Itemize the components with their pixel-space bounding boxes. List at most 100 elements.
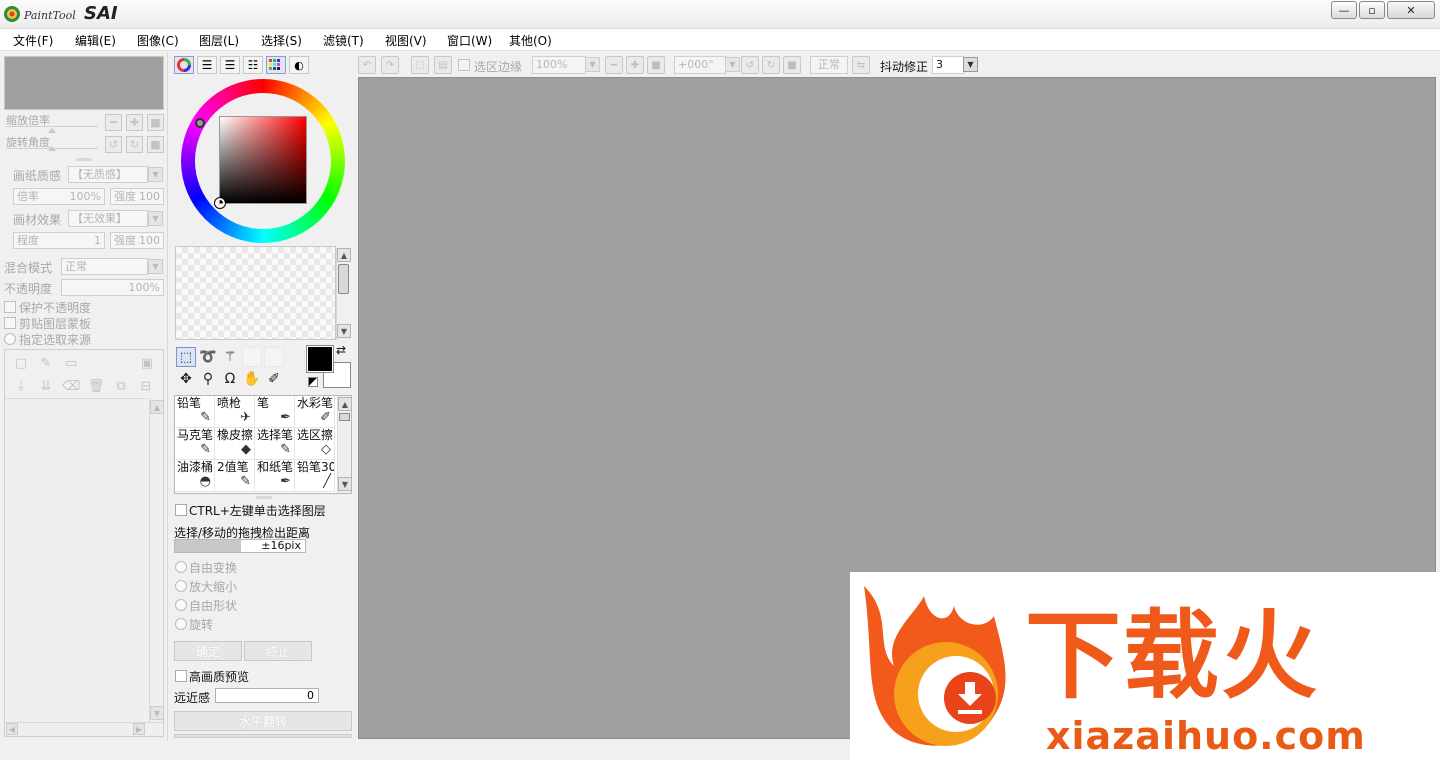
hue-picker[interactable] xyxy=(195,118,205,128)
scroll-down-arrow[interactable]: ▼ xyxy=(150,706,164,720)
clipping-group-checkbox[interactable] xyxy=(4,317,16,329)
scroll-up-arrow[interactable]: ▲ xyxy=(338,397,352,411)
menu-image[interactable]: 图像(C) xyxy=(137,32,179,49)
brush-airbrush[interactable]: 喷枪 ✈ xyxy=(215,396,255,428)
magic-wand-tool[interactable]: ⚚ xyxy=(220,347,240,367)
protect-opacity-checkbox[interactable] xyxy=(4,301,16,313)
menu-layer[interactable]: 图层(L) xyxy=(199,32,239,49)
close-button[interactable]: ✕ xyxy=(1387,1,1435,19)
brush-grid-scrollbar[interactable]: ▲ ▼ xyxy=(337,396,352,493)
nav-zoom-reset-button[interactable]: ■ xyxy=(147,114,164,131)
menu-file[interactable]: 文件(F) xyxy=(13,32,53,49)
nav-rotate-right-button[interactable]: ↻ xyxy=(126,136,143,153)
transfer-down-icon[interactable]: ⤓ xyxy=(13,378,29,394)
new-layer-icon[interactable]: ▢ xyxy=(13,355,29,371)
confirm-button[interactable]: 确定 xyxy=(174,641,242,661)
zoom-tool[interactable]: ⚲ xyxy=(198,369,218,389)
clear-layer-icon[interactable]: ⌫ xyxy=(62,378,80,394)
ctrl-select-checkbox[interactable] xyxy=(175,504,187,516)
gradient-mode-button[interactable]: ☷ xyxy=(243,56,263,74)
panel-splitter[interactable] xyxy=(76,158,92,161)
menu-other[interactable]: 其他(O) xyxy=(509,32,552,49)
scroll-up-arrow[interactable]: ▲ xyxy=(337,248,351,262)
rotate-tool[interactable]: Ω xyxy=(220,369,240,389)
material-effect-dropdown[interactable]: ▼ xyxy=(148,211,163,226)
brush-watercolor[interactable]: 水彩笔 ✐ xyxy=(295,396,335,428)
zoom-slider[interactable] xyxy=(6,126,98,127)
brush-pen[interactable]: 笔 ✒ xyxy=(255,396,295,428)
blend-mode-dropdown[interactable]: ▼ xyxy=(148,259,163,274)
lasso-tool[interactable]: ➰ xyxy=(198,347,218,367)
scale-field[interactable]: 倍率 100% xyxy=(13,188,105,205)
hand-tool[interactable]: ✋ xyxy=(242,369,262,389)
new-linework-layer-icon[interactable]: ✎ xyxy=(38,355,54,371)
scroll-left-arrow[interactable]: ◀ xyxy=(6,723,18,735)
selection-source-radio[interactable] xyxy=(4,333,16,345)
zoom-reset-button[interactable]: ■ xyxy=(647,56,665,74)
zoom-field[interactable]: 100% xyxy=(532,56,586,74)
rgb-slider-mode-button[interactable]: ☰ xyxy=(197,56,217,74)
layer-list-scrollbar[interactable]: ▲ ▼ xyxy=(149,398,164,722)
paper-texture-dropdown[interactable]: ▼ xyxy=(148,167,163,182)
flip-horizontal-button[interactable]: 水平翻转 xyxy=(174,711,352,731)
scroll-right-arrow[interactable]: ▶ xyxy=(133,723,145,735)
rotate-slider-handle[interactable] xyxy=(48,146,56,151)
sv-picker[interactable] xyxy=(214,197,226,209)
eyedropper-tool[interactable]: ✐ xyxy=(264,369,284,389)
scratchpad-mode-button[interactable]: ◐ xyxy=(289,56,309,74)
strength2-field[interactable]: 强度 100 xyxy=(110,232,164,249)
saturation-value-square[interactable] xyxy=(219,116,307,204)
material-effect-select[interactable]: 【无效果】 xyxy=(68,210,148,227)
free-shape-radio[interactable] xyxy=(175,599,187,611)
minimize-button[interactable]: — xyxy=(1331,1,1357,19)
paper-texture-select[interactable]: 【无质感】 xyxy=(68,166,148,183)
rotate-dropdown[interactable]: ▼ xyxy=(725,57,740,72)
panel-splitter[interactable] xyxy=(256,496,272,499)
blend-mode-select[interactable]: 正常 xyxy=(61,258,148,275)
deselect-button[interactable]: ⬚ xyxy=(411,56,429,74)
brush-pencil[interactable]: 铅笔 ✎ xyxy=(175,396,215,428)
invert-selection-button[interactable]: ▤ xyxy=(434,56,452,74)
scroll-down-arrow[interactable]: ▼ xyxy=(337,324,351,338)
menu-edit[interactable]: 编辑(E) xyxy=(75,32,116,49)
layer-list[interactable] xyxy=(5,398,147,722)
hq-preview-checkbox[interactable] xyxy=(175,670,187,682)
brush-select-eraser[interactable]: 选区擦 ◇ xyxy=(295,428,335,460)
stabilizer-dropdown[interactable]: ▼ xyxy=(963,57,978,72)
nav-rotate-reset-button[interactable]: ■ xyxy=(147,136,164,153)
foreground-color-swatch[interactable] xyxy=(306,345,334,373)
rotate-left-button[interactable]: ↺ xyxy=(741,56,759,74)
nav-zoom-out-button[interactable]: ━ xyxy=(105,114,122,131)
brush-bucket[interactable]: 油漆桶 ◓ xyxy=(175,460,215,492)
hsv-slider-mode-button[interactable]: ☰ xyxy=(220,56,240,74)
strength-field[interactable]: 强度 100 xyxy=(110,188,164,205)
brush-eraser[interactable]: 橡皮擦 ◆ xyxy=(215,428,255,460)
swatch-scroll-thumb[interactable] xyxy=(338,264,349,294)
new-folder-icon[interactable]: ▭ xyxy=(63,355,79,371)
rotate-reset-button[interactable]: ■ xyxy=(783,56,801,74)
nav-zoom-in-button[interactable]: ✚ xyxy=(126,114,143,131)
blend-mode-field[interactable]: 正常 xyxy=(810,56,848,74)
apply-mask-icon[interactable]: ⊟ xyxy=(138,378,154,394)
nav-rotate-left-button[interactable]: ↺ xyxy=(105,136,122,153)
brush-select-pen[interactable]: 选择笔 ✎ xyxy=(255,428,295,460)
merge-down-icon[interactable]: ⇊ xyxy=(38,378,54,394)
selection-edge-checkbox[interactable] xyxy=(458,59,470,71)
zoom-slider-handle[interactable] xyxy=(48,128,56,133)
opacity-field[interactable]: 100% xyxy=(61,279,164,296)
delete-layer-icon[interactable]: 🗑 xyxy=(88,378,105,394)
brush-binary-pen[interactable]: 2值笔 ✎ xyxy=(215,460,255,492)
undo-button[interactable]: ↶ xyxy=(358,56,376,74)
free-transform-radio[interactable] xyxy=(175,561,187,573)
brush-marker[interactable]: 马克笔 ✎ xyxy=(175,428,215,460)
cancel-button[interactable]: 终止 xyxy=(244,641,312,661)
navigator-preview[interactable] xyxy=(4,56,164,110)
layer-list-hscrollbar[interactable]: ◀ ▶ xyxy=(5,722,163,736)
brush-pencil30[interactable]: 铅笔30 ╱ xyxy=(295,460,335,492)
rectangle-select-tool[interactable]: ⬚ xyxy=(176,347,196,367)
move-tool[interactable]: ✥ xyxy=(176,369,196,389)
swap-colors-icon[interactable]: ⇄ xyxy=(336,343,346,357)
brush-scroll-thumb[interactable] xyxy=(339,413,350,421)
stabilizer-field[interactable]: 3 xyxy=(932,56,964,74)
restore-button[interactable]: ▫ xyxy=(1359,1,1385,19)
